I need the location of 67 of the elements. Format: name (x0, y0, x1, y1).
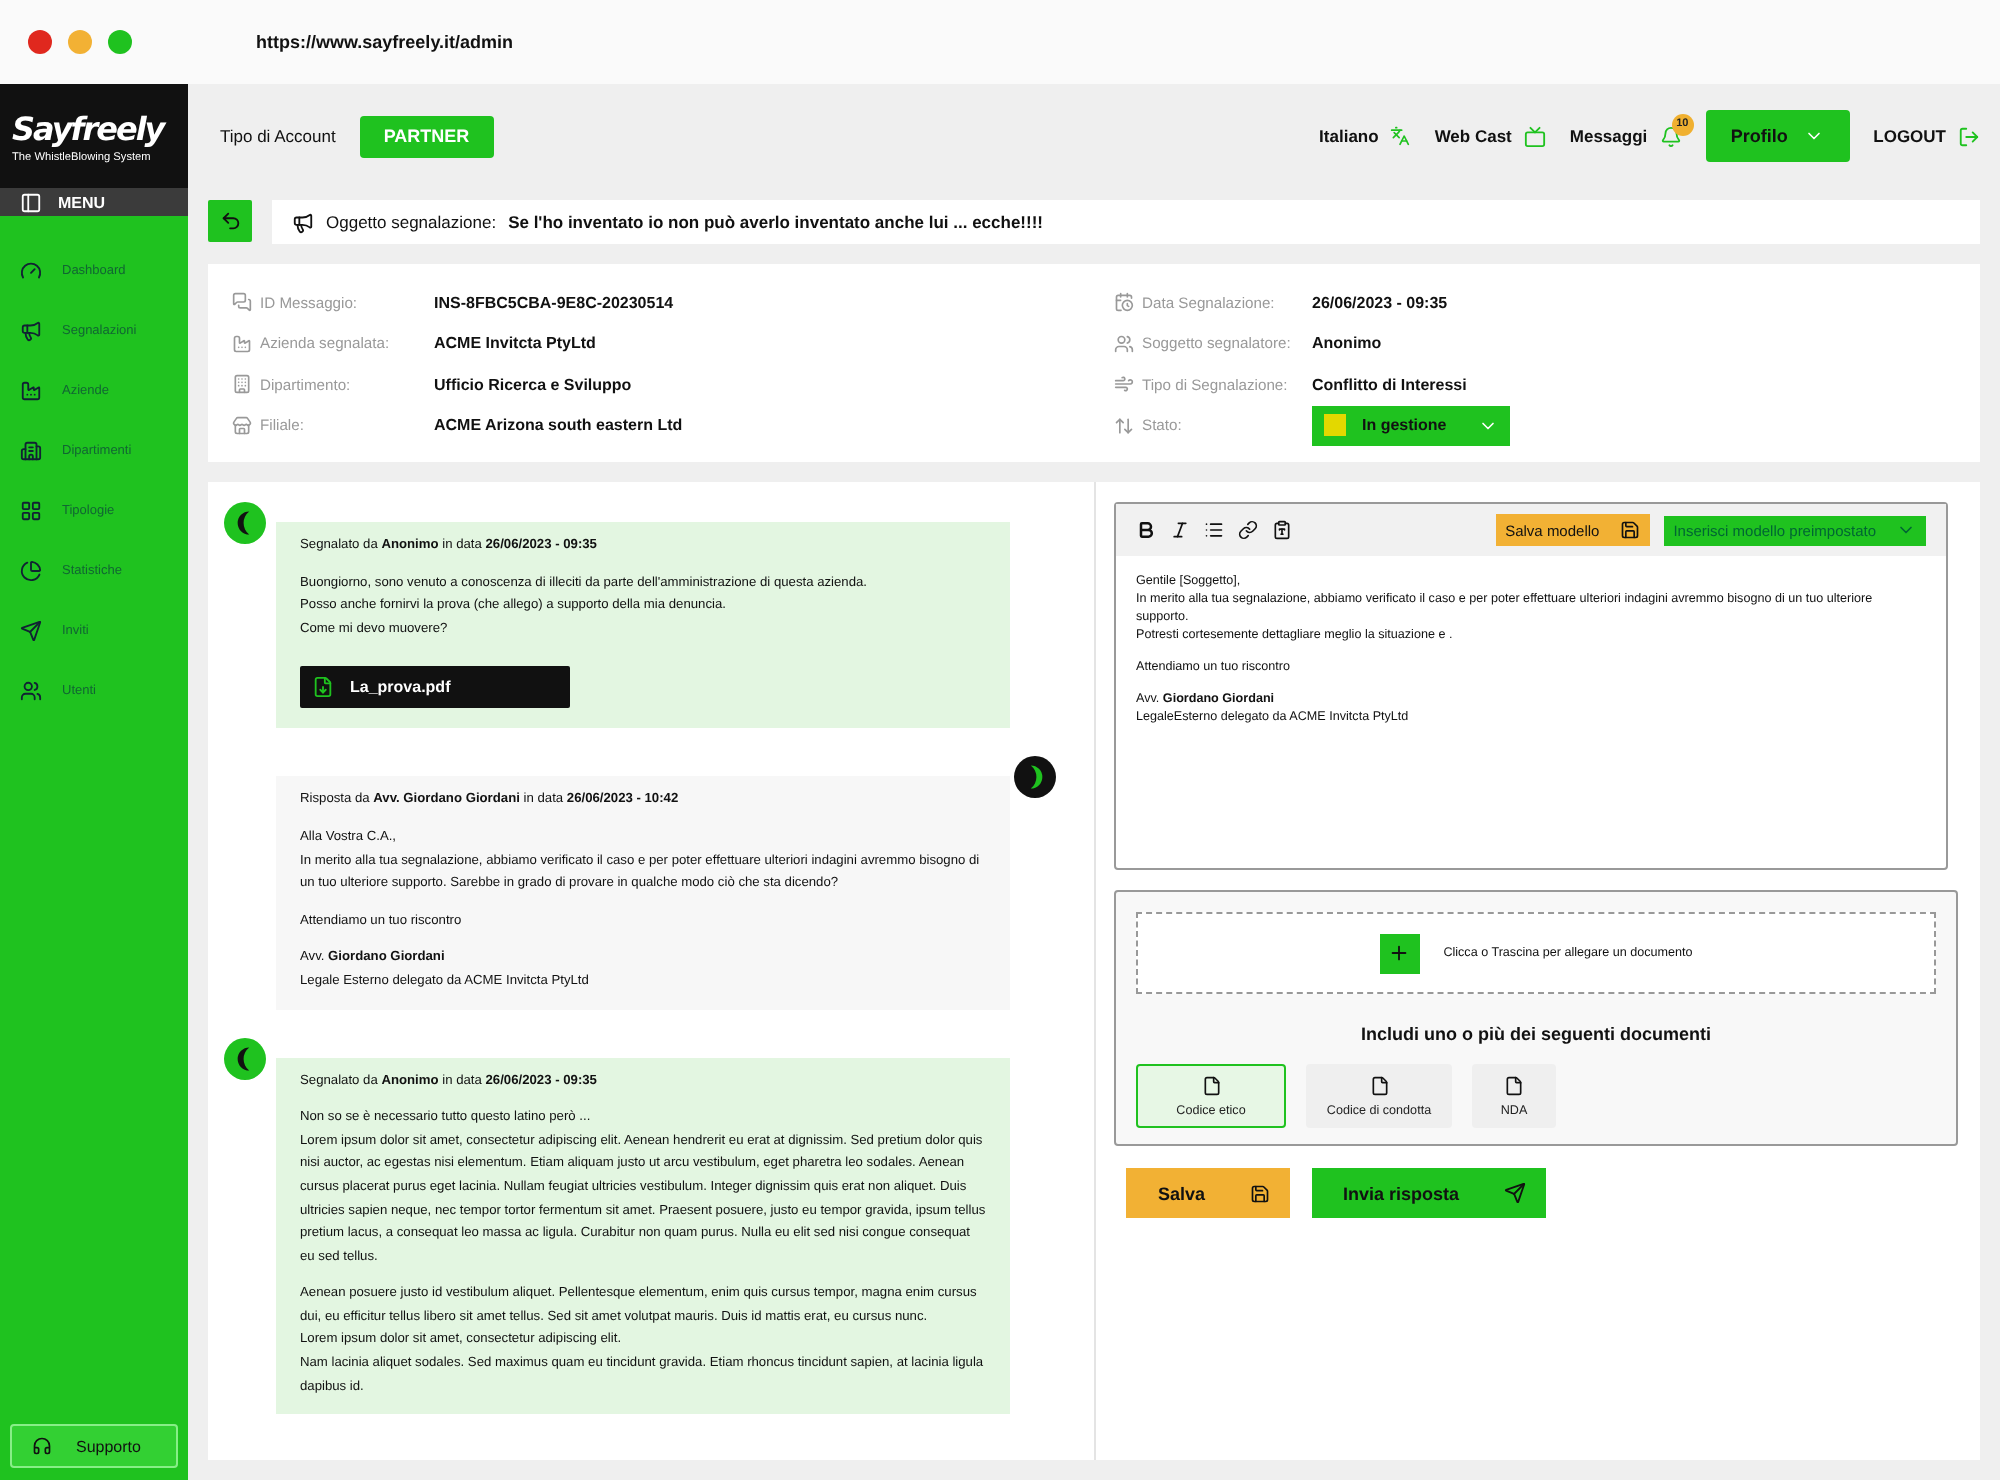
subject-label: Oggetto segnalazione: (326, 212, 497, 232)
megaphone-icon (20, 319, 42, 341)
calendar-icon (1114, 292, 1134, 313)
headset-icon (32, 1436, 52, 1456)
save-button[interactable]: Salva (1126, 1168, 1290, 1218)
detail-value: ACME Arizona south eastern Ltd (434, 416, 683, 435)
detail-value: INS-8FBC5CBA-9E8C-20230514 (434, 293, 674, 312)
detail-value: 26/06/2023 - 09:35 (1312, 293, 1448, 312)
avatar-icon (224, 1037, 266, 1080)
reply-editor[interactable] (1114, 502, 1948, 870)
minimize-dot[interactable] (68, 30, 92, 54)
plus-icon (1388, 942, 1411, 964)
list-icon[interactable] (1204, 520, 1224, 540)
webcast-link[interactable]: Web Cast (1434, 126, 1512, 146)
save-icon (1619, 520, 1640, 540)
wind-icon (1114, 374, 1134, 395)
factory-icon (20, 379, 42, 401)
logout-link[interactable]: LOGOUT (1873, 126, 1946, 146)
menu-label: MENU (58, 193, 106, 211)
building-icon (20, 439, 42, 461)
gauge-icon (20, 259, 42, 281)
users-icon (1114, 333, 1134, 354)
profile-button[interactable]: Profilo (1705, 110, 1850, 162)
avatar-icon (224, 502, 266, 544)
add-button[interactable] (1379, 933, 1420, 973)
panel-icon (20, 191, 42, 213)
users-icon (20, 679, 42, 701)
messages-link[interactable]: Messaggi (1569, 126, 1648, 146)
attachment-button[interactable]: La_prova.pdf (300, 666, 570, 709)
building-icon (232, 374, 252, 395)
messages-icon (232, 292, 252, 313)
support-button[interactable]: Supporto (10, 1424, 178, 1468)
detail-value: Anonimo (1312, 334, 1382, 353)
send-icon (1503, 1182, 1526, 1204)
file-icon (1201, 1075, 1221, 1095)
grid-icon (20, 499, 42, 521)
factory-icon (232, 333, 252, 354)
detail-value: Conflitto di Interessi (1312, 375, 1467, 394)
language-link[interactable]: Italiano (1319, 126, 1379, 146)
pie-chart-icon (20, 559, 42, 581)
status-select[interactable]: In gestione (1312, 405, 1510, 446)
store-icon (232, 415, 252, 436)
megaphone-icon (292, 211, 314, 233)
maximize-dot[interactable] (108, 30, 132, 54)
send-reply-button[interactable]: Invia risposta (1311, 1168, 1546, 1218)
bold-icon[interactable] (1136, 520, 1156, 540)
sort-icon (1114, 415, 1134, 436)
logo-text: Sayfreely (12, 108, 168, 152)
undo-icon (219, 210, 241, 232)
menu-bar[interactable]: MENU (0, 188, 188, 216)
save-icon (1249, 1183, 1270, 1203)
subject-value: Se l'ho inventato io non può averlo inventato anche lui ... ecche!!!! (508, 212, 1044, 232)
detail-value: Ufficio Ricerca e Sviluppo (434, 375, 632, 394)
clipboard-icon[interactable] (1272, 520, 1292, 540)
file-icon (1369, 1075, 1389, 1095)
send-icon (20, 619, 42, 641)
back-button[interactable] (208, 200, 252, 242)
account-type-label: Tipo di Account (220, 126, 336, 146)
close-dot[interactable] (28, 30, 52, 54)
documents-title: Includi uno o più dei seguenti documenti (1361, 1024, 1711, 1044)
url-text: https://www.sayfreely.it/admin (256, 32, 514, 52)
file-download-icon (312, 676, 334, 699)
link-icon[interactable] (1238, 520, 1258, 540)
avatar-icon (1014, 756, 1056, 799)
italic-icon[interactable] (1170, 520, 1190, 540)
detail-value: ACME Invitcta PtyLtd (434, 334, 596, 353)
file-icon (1504, 1075, 1524, 1095)
